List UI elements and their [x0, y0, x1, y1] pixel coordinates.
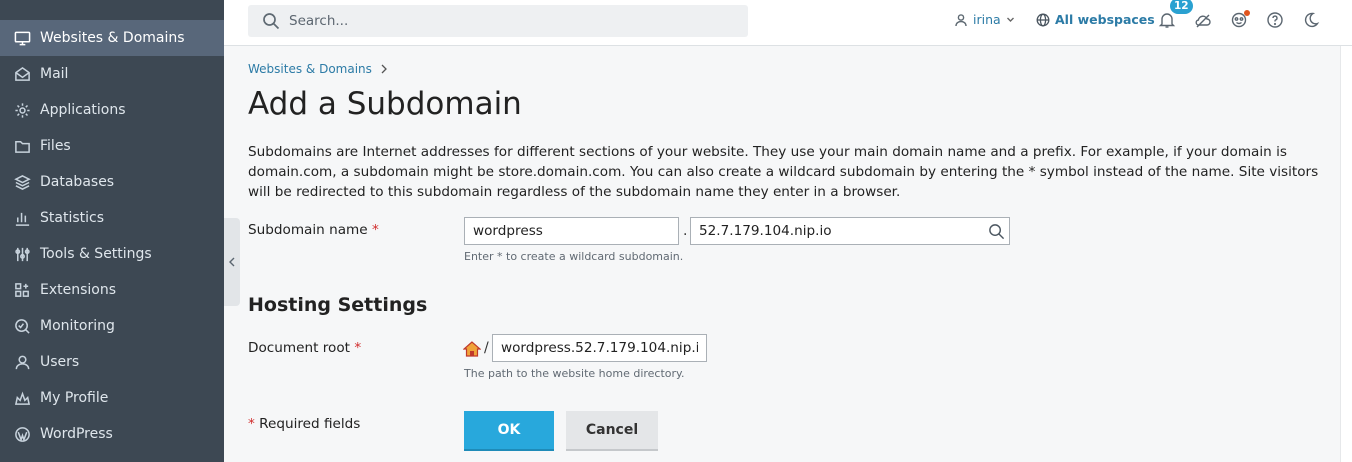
mail-icon — [0, 66, 40, 83]
sliders-icon — [0, 246, 40, 263]
monitoring-icon — [0, 318, 40, 335]
sidebar-item-label: Mail — [40, 66, 69, 82]
logo — [14, 0, 40, 4]
sidebar-item-mail[interactable]: Mail — [0, 56, 224, 92]
wordpress-icon — [0, 426, 40, 443]
notifications-button[interactable] — [1158, 11, 1178, 31]
sidebar-item-websites-domains[interactable]: Websites & Domains — [0, 20, 224, 56]
bar-chart-icon — [0, 210, 40, 227]
cloud-button[interactable] — [1194, 11, 1214, 31]
sidebar-item-users[interactable]: Users — [0, 344, 224, 380]
folder-icon — [0, 138, 40, 155]
chevron-down-icon — [1006, 17, 1014, 22]
sidebar-item-label: Files — [40, 138, 71, 154]
sidebar-item-files[interactable]: Files — [0, 128, 224, 164]
required-fields-note: * Required fields — [248, 416, 360, 432]
required-asterisk: * — [248, 416, 255, 432]
sidebar-item-tools-settings[interactable]: Tools & Settings — [0, 236, 224, 272]
sidebar-item-label: My Profile — [40, 390, 109, 406]
search-input[interactable] — [289, 13, 729, 29]
globe-icon — [1036, 13, 1050, 26]
layers-icon — [0, 174, 40, 191]
sidebar-item-statistics[interactable]: Statistics — [0, 200, 224, 236]
document-root-label: Document root * — [248, 340, 361, 356]
required-asterisk: * — [371, 222, 379, 238]
notifications-count-badge: 12 — [1170, 0, 1193, 14]
sidebar-item-label: Extensions — [40, 282, 117, 298]
sidebar-collapse-handle[interactable] — [224, 218, 240, 306]
user-name: irina — [973, 12, 1001, 27]
sidebar-item-label: Monitoring — [40, 318, 115, 334]
sidebar-item-databases[interactable]: Databases — [0, 164, 224, 200]
alert-dot — [1244, 10, 1250, 16]
page-title: Add a Subdomain — [248, 86, 522, 122]
document-root-input[interactable] — [492, 334, 707, 362]
document-root-label-text: Document root — [248, 340, 350, 356]
bell-icon — [1158, 13, 1176, 28]
page-description: Subdomains are Internet addresses for di… — [248, 144, 1319, 200]
domain-separator: . — [683, 223, 688, 239]
profile-icon — [0, 390, 40, 407]
user-icon — [955, 13, 967, 26]
sidebar-item-wordpress[interactable]: WordPress — [0, 416, 224, 452]
webspaces-label: All webspaces — [1055, 12, 1155, 27]
sidebar-item-label: Tools & Settings — [40, 246, 152, 262]
subdomain-name-label-text: Subdomain name — [248, 222, 368, 238]
grid-icon — [0, 282, 40, 299]
breadcrumb: Websites & Domains — [248, 62, 388, 76]
sidebar-item-label: Applications — [40, 102, 126, 118]
parent-domain-value: 52.7.179.104.nip.io — [699, 223, 832, 239]
user-icon — [0, 354, 40, 371]
moon-icon — [1304, 12, 1320, 28]
ok-button[interactable]: OK — [464, 411, 554, 451]
user-menu[interactable]: irina — [954, 12, 1020, 27]
subdomain-name-label: Subdomain name * — [248, 222, 379, 238]
chevron-right-icon — [381, 64, 387, 74]
document-root-hint: The path to the website home directory. — [464, 367, 685, 380]
cancel-button[interactable]: Cancel — [566, 411, 658, 451]
home-icon — [463, 341, 481, 357]
scrollbar[interactable] — [1340, 46, 1352, 462]
sidebar-item-applications[interactable]: Applications — [0, 92, 224, 128]
subdomain-hint: Enter * to create a wildcard subdomain. — [464, 250, 684, 263]
chevron-left-icon — [229, 257, 235, 267]
help-button[interactable] — [1266, 11, 1286, 31]
sidebar-item-extensions[interactable]: Extensions — [0, 272, 224, 308]
sidebar-item-my-profile[interactable]: My Profile — [0, 380, 224, 416]
dark-mode-toggle[interactable] — [1302, 11, 1322, 31]
required-fields-text: Required fields — [259, 416, 361, 432]
search-icon — [263, 13, 280, 30]
sidebar-item-label: Statistics — [40, 210, 104, 226]
sidebar-item-label: Databases — [40, 174, 115, 190]
subdomain-name-input[interactable] — [464, 217, 679, 245]
cloud-icon — [1195, 14, 1211, 28]
document-root-slash: / — [484, 340, 489, 356]
sidebar-item-label: Websites & Domains — [40, 30, 185, 46]
monitor-icon — [0, 30, 40, 47]
gear-icon — [0, 102, 40, 119]
parent-domain-selector[interactable]: 52.7.179.104.nip.io — [690, 217, 1010, 245]
hosting-settings-title: Hosting Settings — [248, 294, 428, 316]
sidebar-item-monitoring[interactable]: Monitoring — [0, 308, 224, 344]
search-icon[interactable] — [988, 223, 1005, 240]
top-bar: irina All webspaces 12 — [224, 0, 1352, 46]
sidebar: Websites & Domains Mail Applications Fil… — [0, 0, 224, 462]
search-box[interactable] — [248, 5, 748, 37]
help-icon — [1267, 12, 1283, 28]
webspaces-selector[interactable]: All webspaces — [1036, 12, 1155, 27]
sidebar-item-label: Users — [40, 354, 80, 370]
sidebar-item-label: WordPress — [40, 426, 113, 442]
breadcrumb-link-websites-domains[interactable]: Websites & Domains — [248, 62, 372, 76]
required-asterisk: * — [354, 340, 362, 356]
